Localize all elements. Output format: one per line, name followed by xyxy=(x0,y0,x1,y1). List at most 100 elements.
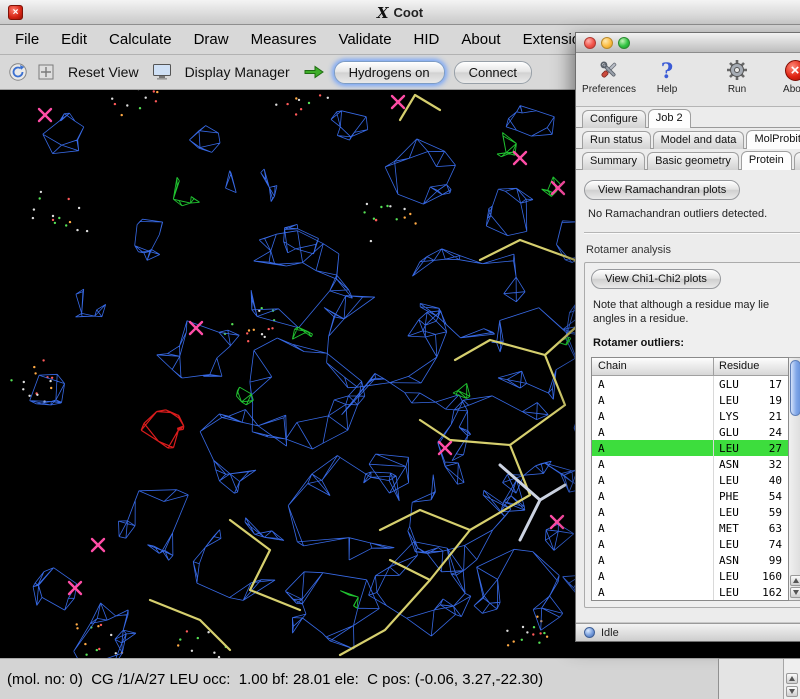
reset-orientation-icon[interactable] xyxy=(8,62,28,82)
rotamer-row[interactable]: A LEU162 xyxy=(592,584,788,600)
residue-cell: LEU74 xyxy=(714,538,788,551)
rotamer-row[interactable]: A MET63 xyxy=(592,520,788,536)
preferences-button[interactable]: Preferences xyxy=(584,57,634,95)
scrollbar-arrows xyxy=(790,575,800,598)
job-tab[interactable]: Job 2 xyxy=(648,109,691,128)
chain-cell: A xyxy=(592,488,714,504)
residue-cell: GLU17 xyxy=(714,378,788,391)
rotamer-row[interactable]: A LEU59 xyxy=(592,504,788,520)
rotamer-row[interactable]: A GLU17 xyxy=(592,376,788,392)
column-header-residue[interactable]: Residue xyxy=(714,358,788,375)
ramachandran-message: No Ramachandran outliers detected. xyxy=(588,208,800,220)
menu-item[interactable]: Measures xyxy=(240,27,328,52)
rotamer-row[interactable]: A ASN32 xyxy=(592,456,788,472)
residue-cell: PHE54 xyxy=(714,490,788,503)
gear-icon xyxy=(724,57,750,83)
rotamer-row[interactable]: A LEU19 xyxy=(592,392,788,408)
chain-cell: A xyxy=(592,392,714,408)
validation-tab[interactable]: Summary xyxy=(582,152,645,170)
chain-cell: A xyxy=(592,504,714,520)
menu-item[interactable]: HID xyxy=(403,27,451,52)
table-scrollbar[interactable] xyxy=(789,357,800,601)
rotamer-row[interactable]: A ASN99 xyxy=(592,552,788,568)
phenix-window: Preferences ? Help Run Abort xyxy=(575,32,800,642)
section-tab[interactable]: Model and data xyxy=(653,131,745,149)
rotamer-row[interactable]: A LEU74 xyxy=(592,536,788,552)
validation-tab[interactable]: Basic geometry xyxy=(647,152,739,170)
validation-tab[interactable]: Protein xyxy=(741,151,792,170)
coot-titlebar[interactable]: X Coot xyxy=(0,0,800,25)
section-tab[interactable]: MolProbity xyxy=(746,130,800,149)
protein-validation-panel: View Ramachandran plots No Ramachandran … xyxy=(576,170,800,623)
scroll-up-icon[interactable] xyxy=(786,673,798,684)
menu-item[interactable]: Validate xyxy=(327,27,402,52)
green-arrow-icon[interactable] xyxy=(303,64,325,80)
column-header-chain[interactable]: Chain xyxy=(592,358,714,375)
menu-item[interactable]: File xyxy=(4,27,50,52)
fragment-scrollbar[interactable] xyxy=(783,659,800,699)
chain-cell: A xyxy=(592,520,714,536)
section-tabs: Run statusModel and dataMolProbity xyxy=(576,128,800,149)
chain-cell: A xyxy=(592,568,714,584)
menu-item[interactable]: Draw xyxy=(183,27,240,52)
residue-cell: GLU24 xyxy=(714,426,788,439)
validation-tabs: SummaryBasic geometryProteinClashes xyxy=(576,149,800,170)
abort-icon xyxy=(782,57,800,83)
chain-cell: A xyxy=(592,584,714,600)
rotamer-row[interactable]: A LEU160 xyxy=(592,568,788,584)
residue-cell: LEU160 xyxy=(714,570,788,583)
phenix-titlebar[interactable] xyxy=(576,33,800,53)
rotamer-note-line1: Note that although a residue may lie xyxy=(593,299,800,311)
chain-cell: A xyxy=(592,424,714,440)
rotamer-row[interactable]: A LEU27 xyxy=(592,440,788,456)
view-chi1-chi2-plots-button[interactable]: View Chi1-Chi2 plots xyxy=(591,269,721,289)
minimize-icon[interactable] xyxy=(601,37,613,49)
abort-button[interactable]: Abort xyxy=(770,57,800,95)
preferences-icon xyxy=(596,57,622,83)
chain-cell: A xyxy=(592,552,714,568)
preferences-label: Preferences xyxy=(582,84,636,95)
scroll-down-icon[interactable] xyxy=(786,686,798,697)
section-tab[interactable]: Run status xyxy=(582,131,651,149)
validation-tab[interactable]: Clashes xyxy=(794,152,800,170)
close-icon[interactable] xyxy=(584,37,596,49)
rotamer-row[interactable]: A LEU40 xyxy=(592,472,788,488)
rotamer-table-header: Chain Residue xyxy=(592,358,788,376)
menu-item[interactable]: Calculate xyxy=(98,27,183,52)
display-manager-icon[interactable] xyxy=(152,63,172,81)
chain-cell: A xyxy=(592,440,714,456)
job-tab[interactable]: Configure xyxy=(582,110,646,128)
scroll-up-icon[interactable] xyxy=(790,575,800,586)
screen: X Coot File Edit Calculate Draw Measures… xyxy=(0,0,800,699)
residue-cell: MET63 xyxy=(714,522,788,535)
scrollbar-thumb[interactable] xyxy=(790,360,800,416)
menu-item[interactable]: Edit xyxy=(50,27,98,52)
phenix-toolbar: Preferences ? Help Run Abort xyxy=(576,53,800,107)
residue-cell: LEU40 xyxy=(714,474,788,487)
residue-cell: LEU27 xyxy=(714,442,788,455)
rotamer-row[interactable]: A GLU24 xyxy=(592,424,788,440)
help-button[interactable]: ? Help xyxy=(642,57,692,95)
rotamer-groupbox: View Chi1-Chi2 plots Note that although … xyxy=(584,262,800,608)
connect-button[interactable]: Connect xyxy=(454,61,532,84)
atom-status-text: (mol. no: 0) CG /1/A/27 LEU occ: 1.00 bf… xyxy=(7,671,543,688)
menu-item[interactable]: About xyxy=(450,27,511,52)
hydrogens-toggle-button[interactable]: Hydrogens on xyxy=(334,61,445,84)
zoom-icon[interactable] xyxy=(618,37,630,49)
run-button[interactable]: Run xyxy=(712,57,762,95)
rotamer-row[interactable]: A PHE54 xyxy=(592,488,788,504)
reset-view-button[interactable]: Reset View xyxy=(64,61,143,83)
rotamer-outliers-label: Rotamer outliers: xyxy=(593,337,800,349)
center-view-icon[interactable] xyxy=(37,63,55,81)
residue-cell: LEU19 xyxy=(714,394,788,407)
chain-cell: A xyxy=(592,376,714,392)
residue-cell: LEU59 xyxy=(714,506,788,519)
rotamer-table-body: A GLU17 A LEU19 xyxy=(592,376,788,600)
phenix-status-text: Idle xyxy=(601,627,619,639)
chain-cell: A xyxy=(592,472,714,488)
chain-cell: A xyxy=(592,408,714,424)
scroll-down-icon[interactable] xyxy=(790,587,800,598)
display-manager-button[interactable]: Display Manager xyxy=(181,61,294,83)
rotamer-row[interactable]: A LYS21 xyxy=(592,408,788,424)
view-ramachandran-plots-button[interactable]: View Ramachandran plots xyxy=(584,180,740,200)
